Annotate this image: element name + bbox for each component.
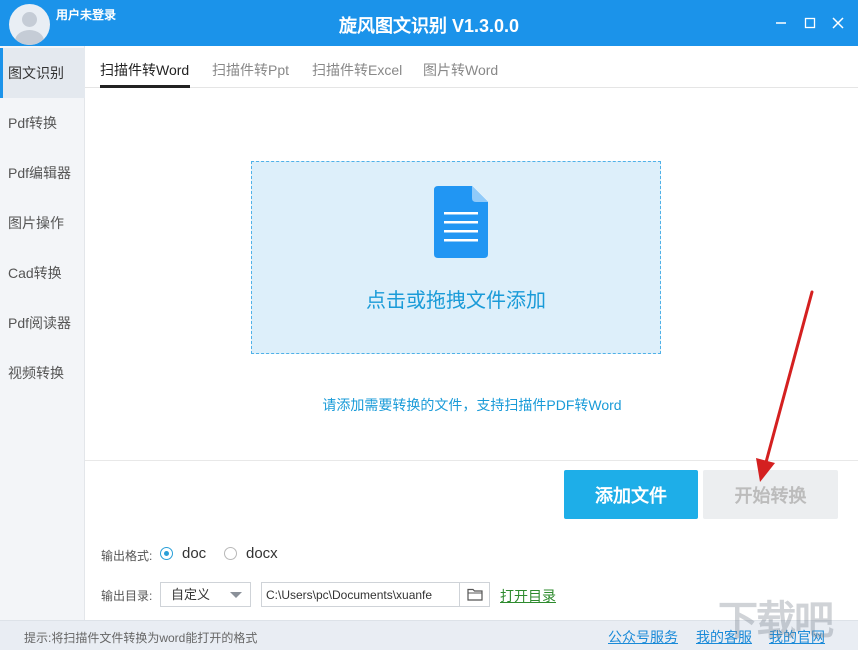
- radio-doc[interactable]: [160, 547, 173, 560]
- browse-folder-button[interactable]: [459, 582, 490, 607]
- tab-bar: 扫描件转Word 扫描件转Ppt 扫描件转Excel 图片转Word: [85, 46, 858, 88]
- radio-doc-label[interactable]: doc: [182, 545, 206, 562]
- folder-icon: [466, 588, 483, 601]
- maximize-button[interactable]: [799, 12, 821, 34]
- sidebar-item-ocr[interactable]: 图文识别: [0, 48, 85, 98]
- drop-zone-label: 点击或拖拽文件添加: [366, 290, 546, 312]
- sidebar: 图文识别 Pdf转换 Pdf编辑器 图片操作 Cad转换 Pdf阅读器 视频转换: [0, 46, 85, 620]
- output-path-input[interactable]: [261, 582, 460, 607]
- supported-files-hint: 请添加需要转换的文件，支持扫描件PDF转Word: [322, 397, 622, 413]
- output-dir-mode-select[interactable]: 自定义: [160, 582, 251, 607]
- close-icon: [832, 17, 844, 29]
- tab-scan-to-ppt[interactable]: 扫描件转Ppt: [212, 60, 289, 80]
- minimize-button[interactable]: [770, 12, 792, 34]
- app-title: 旋风图文识别 V1.3.0.0: [338, 16, 520, 36]
- sidebar-item-cad-convert[interactable]: Cad转换: [0, 248, 85, 298]
- minimize-icon: [776, 22, 786, 24]
- link-wechat-service[interactable]: 公众号服务: [608, 627, 678, 647]
- add-file-button[interactable]: 添加文件: [564, 470, 698, 519]
- status-tip: 提示:将扫描件文件转换为word能打开的格式: [24, 631, 258, 645]
- sidebar-item-video-convert[interactable]: 视频转换: [0, 348, 85, 398]
- radio-docx-label[interactable]: docx: [246, 545, 278, 562]
- output-format-label: 输出格式:: [101, 549, 153, 563]
- sidebar-item-pdf-reader[interactable]: Pdf阅读器: [0, 298, 85, 348]
- close-button[interactable]: [827, 12, 849, 34]
- title-bar: 用户未登录 旋风图文识别 V1.3.0.0: [0, 0, 858, 46]
- maximize-icon: [804, 17, 816, 29]
- tab-scan-to-excel[interactable]: 扫描件转Excel: [312, 60, 402, 80]
- sidebar-item-image-ops[interactable]: 图片操作: [0, 198, 85, 248]
- output-dir-label: 输出目录:: [101, 589, 153, 603]
- chevron-down-icon: [230, 592, 242, 598]
- document-icon: [434, 186, 488, 258]
- radio-docx[interactable]: [224, 547, 237, 560]
- open-directory-link[interactable]: 打开目录: [500, 586, 556, 606]
- output-dir-mode-value: 自定义: [171, 587, 211, 602]
- tab-image-to-word[interactable]: 图片转Word: [423, 60, 498, 80]
- tab-scan-to-word[interactable]: 扫描件转Word: [100, 60, 189, 80]
- sidebar-item-pdf-convert[interactable]: Pdf转换: [0, 98, 85, 148]
- divider: [85, 460, 858, 461]
- active-tab-indicator: [100, 85, 190, 88]
- file-drop-zone[interactable]: 点击或拖拽文件添加: [251, 161, 661, 354]
- start-convert-button[interactable]: 开始转换: [703, 470, 838, 519]
- sidebar-item-pdf-editor[interactable]: Pdf编辑器: [0, 148, 85, 198]
- site-watermark: 下载吧: [718, 599, 834, 643]
